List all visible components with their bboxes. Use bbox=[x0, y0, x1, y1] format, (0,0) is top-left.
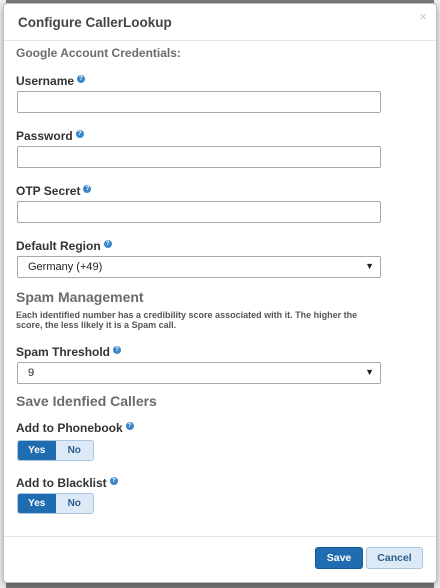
phonebook-toggle: Yes No bbox=[17, 440, 94, 461]
phonebook-no-button[interactable]: No bbox=[55, 441, 93, 460]
dialog-title: Configure CallerLookup bbox=[18, 15, 172, 30]
help-icon[interactable]: ? bbox=[83, 185, 92, 193]
otp-secret-label: OTP Secret? bbox=[16, 184, 92, 198]
blacklist-no-button[interactable]: No bbox=[55, 494, 93, 513]
blacklist-toggle: Yes No bbox=[17, 493, 94, 514]
help-icon[interactable]: ? bbox=[113, 346, 122, 354]
spam-threshold-select[interactable]: 9 ▼ bbox=[17, 362, 381, 384]
username-label-text: Username bbox=[16, 74, 75, 88]
password-label-text: Password bbox=[16, 129, 73, 143]
credentials-section-label: Google Account Credentials: bbox=[16, 46, 181, 60]
spam-threshold-label-text: Spam Threshold bbox=[16, 345, 111, 359]
username-input[interactable] bbox=[17, 91, 381, 113]
phonebook-yes-button[interactable]: Yes bbox=[18, 441, 56, 460]
otp-secret-input[interactable] bbox=[17, 201, 381, 223]
username-label: Username? bbox=[16, 74, 86, 88]
default-region-select[interactable]: Germany (+49) ▼ bbox=[17, 256, 381, 278]
default-region-label: Default Region? bbox=[16, 239, 112, 253]
help-icon[interactable]: ? bbox=[75, 130, 84, 138]
add-to-phonebook-label: Add to Phonebook? bbox=[16, 421, 134, 435]
default-region-label-text: Default Region bbox=[16, 239, 101, 253]
spam-threshold-value: 9 bbox=[28, 367, 35, 379]
help-icon[interactable]: ? bbox=[125, 422, 134, 430]
password-label: Password? bbox=[16, 129, 84, 143]
save-button[interactable]: Save bbox=[315, 547, 363, 569]
configure-dialog: Configure CallerLookup × Google Account … bbox=[3, 3, 437, 583]
add-to-blacklist-label: Add to Blacklist? bbox=[16, 476, 118, 490]
add-to-blacklist-label-text: Add to Blacklist bbox=[16, 476, 107, 490]
otp-secret-label-text: OTP Secret bbox=[16, 184, 81, 198]
spam-threshold-label: Spam Threshold? bbox=[16, 345, 122, 359]
help-icon[interactable]: ? bbox=[109, 477, 118, 485]
save-callers-heading: Save Idenfied Callers bbox=[16, 393, 157, 409]
help-icon[interactable]: ? bbox=[77, 75, 86, 83]
dialog-header: Configure CallerLookup × bbox=[4, 4, 436, 41]
blacklist-yes-button[interactable]: Yes bbox=[18, 494, 56, 513]
close-icon[interactable]: × bbox=[419, 9, 427, 24]
dialog-footer: Save Cancel bbox=[4, 536, 436, 582]
default-region-value: Germany (+49) bbox=[28, 261, 103, 273]
spam-description: Each identified number has a credibility… bbox=[16, 310, 358, 330]
password-input[interactable] bbox=[17, 146, 381, 168]
add-to-phonebook-label-text: Add to Phonebook bbox=[16, 421, 123, 435]
caret-down-icon: ▼ bbox=[365, 261, 374, 271]
cancel-button[interactable]: Cancel bbox=[366, 547, 423, 569]
help-icon[interactable]: ? bbox=[103, 240, 112, 248]
spam-management-heading: Spam Management bbox=[16, 289, 144, 305]
caret-down-icon: ▼ bbox=[365, 367, 374, 377]
